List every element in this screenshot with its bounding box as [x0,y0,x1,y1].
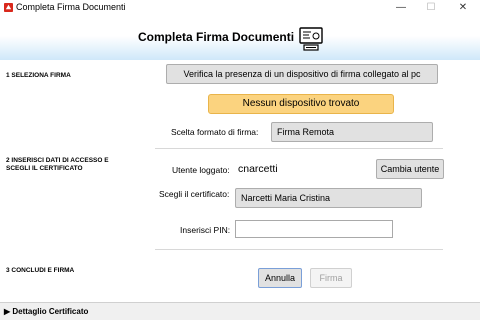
sign-button[interactable]: Firma [310,268,352,288]
divider [155,249,443,250]
change-user-button[interactable]: Cambia utente [376,159,444,179]
user-value: cnarcetti [238,163,278,175]
section-conclude-label: 3 CONCLUDI E FIRMA [6,267,75,274]
cert-label: Scegli il certificato: [159,189,230,199]
certificate-details-toggle[interactable]: ▶ Dettaglio Certificato [4,307,88,316]
cancel-button[interactable]: Annulla [258,268,302,288]
divider [155,148,443,149]
format-label: Scelta formato di firma: [171,127,259,137]
pin-input[interactable] [235,220,393,238]
window-title: Completa Firma Documenti [16,2,126,12]
certificate-details-bar[interactable]: ▶ Dettaglio Certificato [0,302,480,320]
pin-label: Inserisci PIN: [180,225,231,235]
section-select-firma-label: 1 SELEZIONA FIRMA [6,72,71,79]
certificate-icon [299,27,323,51]
section-access-label: 2 INSERISCI DATI DI ACCESSO E SCEGLI IL … [6,157,109,172]
verify-device-button[interactable]: Verifica la presenza di un dispositivo d… [166,64,438,84]
page-title: Completa Firma Documenti [138,30,295,44]
title-bar: Completa Firma Documenti — ☐ ✕ [0,0,480,16]
close-button[interactable]: ✕ [448,0,478,16]
minimize-button[interactable]: — [386,0,416,16]
app-icon [4,3,13,12]
maximize-button[interactable]: ☐ [416,0,446,16]
format-select[interactable]: Firma Remota [271,122,433,142]
certificate-select[interactable]: Narcetti Maria Cristina [235,188,422,208]
user-label: Utente loggato: [172,165,230,175]
no-device-warning: Nessun dispositivo trovato [208,94,394,114]
